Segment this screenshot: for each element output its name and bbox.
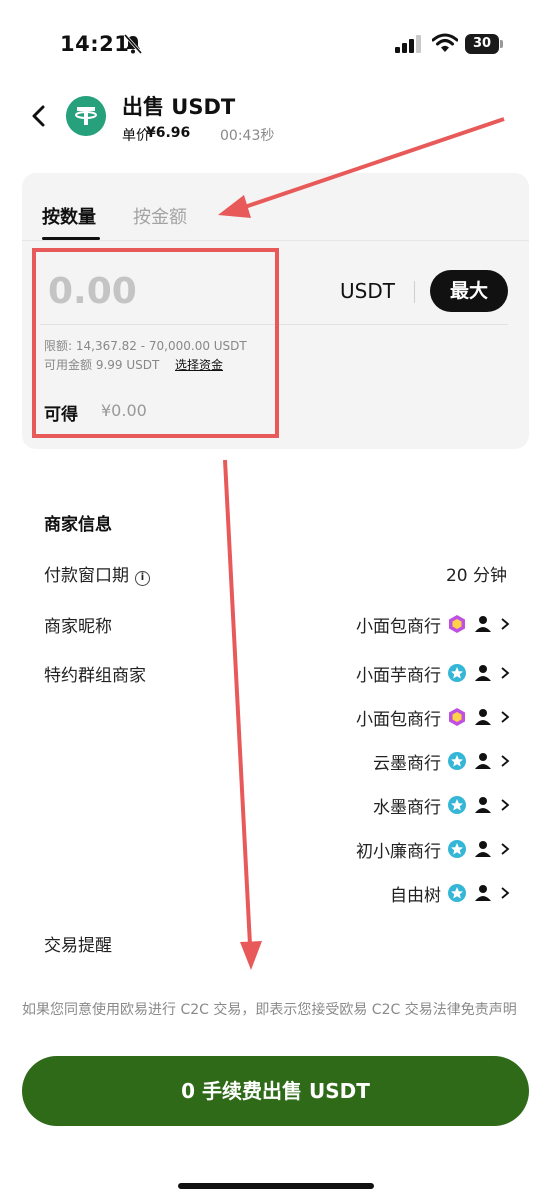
group-merchant-item[interactable]: 小面芋商行 <box>356 660 511 686</box>
group-merchant-item[interactable]: 自由树 <box>390 880 511 906</box>
group-merchant-name: 云墨商行 <box>373 753 441 774</box>
max-button[interactable]: 最大 <box>430 270 508 312</box>
payment-window-value: 20 分钟 <box>445 566 507 586</box>
star-badge-icon <box>448 840 466 858</box>
chevron-right-icon <box>501 667 510 679</box>
bell-muted-icon <box>123 34 143 54</box>
merchant-nickname: 小面包商行 <box>356 616 441 637</box>
group-merchant-item[interactable]: 云墨商行 <box>373 748 511 774</box>
unit-separator <box>414 281 415 303</box>
chevron-left-icon[interactable] <box>30 105 48 127</box>
star-badge-icon <box>448 752 466 770</box>
status-time: 14:21 <box>60 32 130 56</box>
chevron-right-icon <box>501 711 510 723</box>
chevron-right-icon <box>501 887 510 899</box>
tab-by-amount[interactable]: 按金额 <box>133 203 187 229</box>
star-badge-icon <box>448 884 466 902</box>
group-merchant-item[interactable]: 水墨商行 <box>373 792 511 818</box>
person-icon <box>475 709 491 725</box>
annotation-box-input <box>32 248 279 438</box>
unit-label: USDT <box>340 279 395 303</box>
price-value: ¥6.96 <box>146 125 191 141</box>
person-icon <box>475 753 491 769</box>
merchant-info-title: 商家信息 <box>44 515 112 535</box>
page-title: 出售 USDT <box>122 95 236 119</box>
annotation-arrow-to-button <box>223 459 262 970</box>
chevron-right-icon <box>501 618 510 630</box>
person-icon <box>475 797 491 813</box>
tab-divider <box>22 240 529 241</box>
group-merchant-name: 初小廉商行 <box>356 841 441 862</box>
merchant-nickname-row[interactable]: 小面包商行 <box>356 611 511 637</box>
group-merchant-name: 水墨商行 <box>373 797 441 818</box>
group-merchants-label: 特约群组商家 <box>44 666 146 686</box>
payment-window-label: 付款窗口期 i <box>44 561 150 586</box>
sell-usdt-button[interactable]: 0 手续费出售 USDT <box>22 1056 529 1126</box>
chevron-right-icon <box>501 755 510 767</box>
hexagon-badge-icon <box>449 615 465 633</box>
battery-icon: 30 <box>465 34 499 54</box>
nickname-label: 商家昵称 <box>44 617 112 637</box>
status-bar: 14:21 30 <box>0 0 551 70</box>
trade-reminder-label[interactable]: 交易提醒 <box>44 931 112 956</box>
tab-by-quantity[interactable]: 按数量 <box>42 203 96 229</box>
signal-icon <box>395 35 421 53</box>
person-icon <box>475 616 491 632</box>
tether-logo-icon <box>66 96 106 136</box>
info-icon[interactable]: i <box>135 571 150 586</box>
person-icon <box>475 841 491 857</box>
star-badge-icon <box>448 664 466 682</box>
header: 出售 USDT 单价 ¥6.96 00:43秒 <box>0 85 551 155</box>
group-merchant-name: 小面包商行 <box>356 709 441 730</box>
disclaimer-text: 如果您同意使用欧易进行 C2C 交易，即表示您接受欧易 C2C 交易法律免责声明 <box>22 1002 517 1018</box>
person-icon <box>475 665 491 681</box>
battery-tip <box>500 40 503 48</box>
home-indicator <box>178 1183 374 1189</box>
group-merchant-item[interactable]: 小面包商行 <box>356 704 511 730</box>
group-merchant-name: 自由树 <box>390 885 441 906</box>
countdown-timer: 00:43秒 <box>220 128 275 144</box>
hexagon-badge-icon <box>449 708 465 726</box>
payment-window-text: 付款窗口期 <box>44 566 129 586</box>
person-icon <box>475 885 491 901</box>
chevron-right-icon <box>501 799 510 811</box>
star-badge-icon <box>448 796 466 814</box>
group-merchant-item[interactable]: 初小廉商行 <box>356 836 511 862</box>
group-merchant-name: 小面芋商行 <box>356 665 441 686</box>
wifi-icon <box>432 33 458 52</box>
chevron-right-icon <box>501 843 510 855</box>
